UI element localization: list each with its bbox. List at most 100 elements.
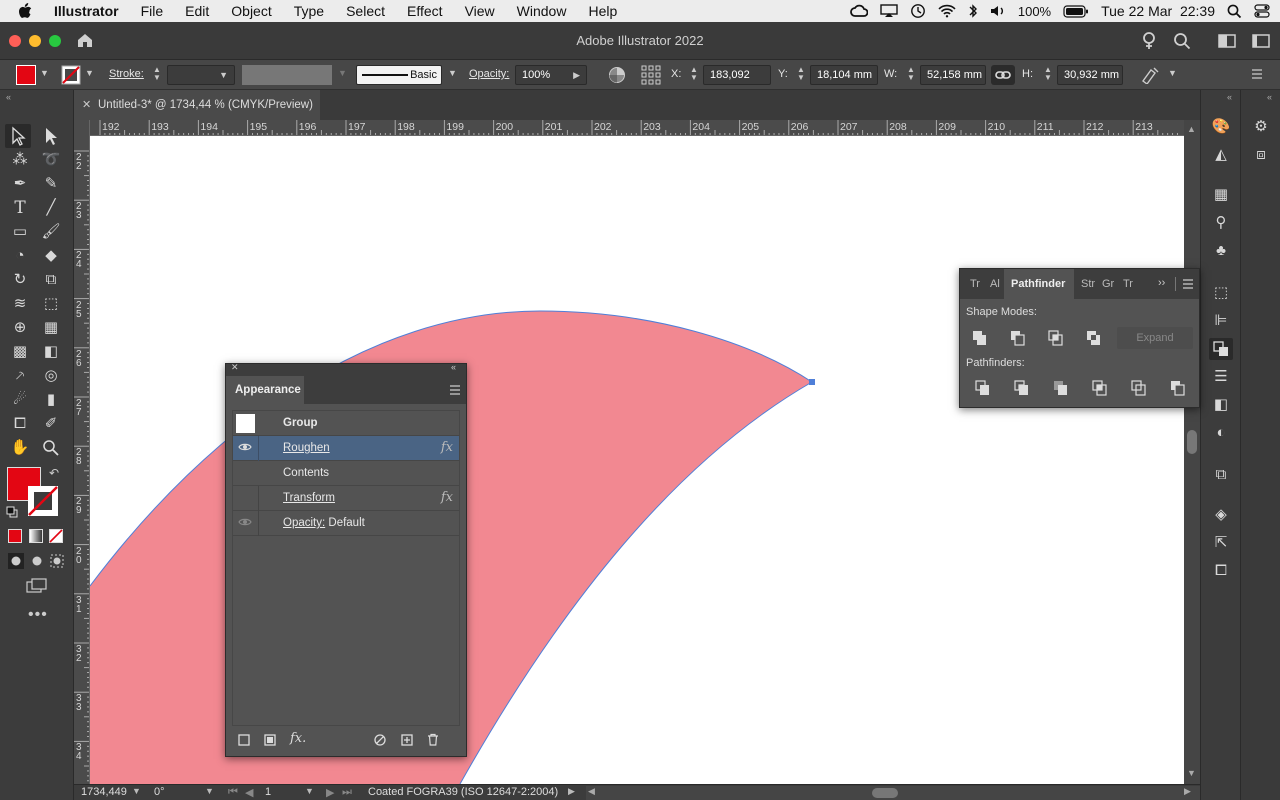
h-stepper[interactable]: ▲ ▼ <box>1043 66 1053 84</box>
battery-icon[interactable] <box>1063 4 1089 18</box>
stroke-panel-icon[interactable]: ☰ <box>1209 366 1233 388</box>
swap-fill-stroke-icon[interactable]: ↶ <box>49 466 59 480</box>
appearance-row-transform[interactable]: Transform fx <box>233 486 459 511</box>
tab-stroke[interactable]: Str <box>1081 278 1095 290</box>
draw-inside-icon[interactable] <box>49 553 65 569</box>
lasso-tool-icon[interactable]: ➰ <box>40 149 62 171</box>
mesh-tool-icon[interactable]: ▩ <box>9 341 31 363</box>
blend-tool-icon[interactable]: ◎ <box>40 365 62 387</box>
rotation-field[interactable]: 0° <box>154 786 165 798</box>
brush-definition-field[interactable]: Basic <box>356 65 442 85</box>
selection-tool-icon[interactable] <box>7 125 29 147</box>
properties-panel-icon[interactable]: ⚙ <box>1249 116 1273 138</box>
tab-gradient[interactable]: Gr <box>1102 278 1114 290</box>
gradient-panel-icon[interactable]: ◧ <box>1209 394 1233 416</box>
menu-file[interactable]: File <box>130 0 175 22</box>
vertical-scrollbar[interactable]: ▲ ▼ <box>1184 120 1200 784</box>
free-transform-tool-icon[interactable]: ⬚ <box>40 293 62 315</box>
gradient-tool-icon[interactable]: ◧ <box>40 341 62 363</box>
anchor-point[interactable] <box>809 379 815 385</box>
artboard-dropdown-chevron-icon[interactable]: ▼ <box>305 786 314 796</box>
divide-button[interactable] <box>973 378 993 398</box>
reference-point-icon[interactable] <box>641 65 661 85</box>
paintbrush-tool-icon[interactable]: 🖌 <box>40 221 62 243</box>
color-guide-panel-icon[interactable]: ◭ <box>1209 144 1233 166</box>
exclude-button[interactable] <box>1084 328 1104 348</box>
trim-button[interactable] <box>1012 378 1032 398</box>
variable-width-profile[interactable] <box>242 65 332 85</box>
appearance-collapse-icon[interactable]: « <box>451 362 456 372</box>
expand-button[interactable]: Expand <box>1117 327 1193 349</box>
workspace-switcher-icon[interactable] <box>1252 33 1270 49</box>
menu-help[interactable]: Help <box>577 0 628 22</box>
scroll-up-arrow-icon[interactable]: ▲ <box>1187 124 1196 134</box>
clock[interactable]: Tue 22 Mar 22:39 <box>1101 3 1215 19</box>
transparency-panel-icon[interactable]: ◐ <box>1209 422 1233 444</box>
status-menu-arrow-icon[interactable]: ▶ <box>568 786 575 797</box>
y-position-field[interactable]: 18,104 mm <box>810 65 878 85</box>
stroke-none-swatch[interactable] <box>61 65 81 85</box>
magic-wand-tool-icon[interactable]: ⁂ <box>9 149 31 171</box>
type-tool-icon[interactable]: T <box>9 197 31 219</box>
appearance-panel-header[interactable]: ✕ « <box>226 362 466 376</box>
next-artboard-icon[interactable]: ▶ <box>326 786 334 799</box>
color-panel-icon[interactable]: 🎨 <box>1209 116 1233 138</box>
scroll-left-arrow-icon[interactable]: ◀ <box>588 786 595 797</box>
scroll-down-arrow-icon[interactable]: ▼ <box>1187 768 1196 778</box>
menu-type[interactable]: Type <box>283 0 335 22</box>
dock2-expand-icon[interactable]: « <box>1267 92 1272 102</box>
unite-button[interactable] <box>970 328 990 348</box>
hand-tool-icon[interactable]: ✋ <box>9 437 31 459</box>
shaper-tool-icon[interactable]: ◔ <box>9 245 31 267</box>
more-tabs-icon[interactable]: ›› <box>1158 277 1165 289</box>
horizontal-scrollbar[interactable]: ◀ ▶ <box>586 786 1200 800</box>
tab-pathfinder[interactable]: Pathfinder <box>1004 269 1074 299</box>
eyedropper-tool-icon[interactable]: ⸕ <box>9 365 31 387</box>
x-stepper[interactable]: ▲ ▼ <box>689 66 699 84</box>
roughen-visibility-eye-icon[interactable] <box>238 440 252 454</box>
symbols-panel-icon[interactable]: ♣ <box>1209 240 1233 262</box>
opacity-visibility-eye-icon[interactable] <box>238 515 252 529</box>
scale-tool-icon[interactable]: ⧉ <box>40 269 62 291</box>
minus-front-button[interactable] <box>1008 328 1028 348</box>
appearance-panel-menu-icon[interactable] <box>449 384 461 396</box>
brushes-panel-icon[interactable]: ⚲ <box>1209 212 1233 234</box>
tab-transparency[interactable]: Tr <box>1123 278 1133 290</box>
libraries-panel-icon[interactable]: ⧈ <box>1249 144 1273 166</box>
tab-align[interactable]: Al <box>990 278 1000 290</box>
stroke-weight-field[interactable]: ▼ <box>167 65 235 85</box>
appearance-row-contents[interactable]: Contents <box>233 461 459 486</box>
x-position-field[interactable]: 183,092 mm <box>703 65 771 99</box>
bluetooth-icon[interactable] <box>968 3 978 19</box>
spotlight-icon[interactable] <box>1227 4 1242 19</box>
last-artboard-icon[interactable]: ⏭ <box>342 786 352 799</box>
rotation-dropdown-chevron-icon[interactable]: ▼ <box>205 786 214 796</box>
menu-view[interactable]: View <box>454 0 506 22</box>
menu-window[interactable]: Window <box>506 0 578 22</box>
eraser-tool-icon[interactable]: ◆ <box>40 245 62 267</box>
pathfinder-panel-icon[interactable] <box>1209 338 1233 360</box>
pathfinder-panel-menu-icon[interactable] <box>1182 278 1194 290</box>
width-field[interactable]: 52,158 mm <box>920 65 986 85</box>
line-segment-tool-icon[interactable]: ╱ <box>40 197 62 219</box>
add-new-stroke-icon[interactable] <box>238 734 250 746</box>
rotate-tool-icon[interactable]: ↻ <box>9 269 31 291</box>
fill-dropdown-chevron-icon[interactable]: ▼ <box>40 68 49 78</box>
stroke-label[interactable]: Stroke: <box>109 68 144 80</box>
menu-app-name[interactable]: Illustrator <box>43 0 130 22</box>
zoom-level-field[interactable]: 1734,449 <box>81 786 127 798</box>
draw-behind-icon[interactable] <box>29 553 45 569</box>
scroll-right-arrow-icon[interactable]: ▶ <box>1184 786 1191 797</box>
constrain-proportions-link-icon[interactable] <box>991 65 1015 85</box>
color-mode-button[interactable] <box>8 529 22 543</box>
volume-icon[interactable] <box>990 4 1006 18</box>
symbol-sprayer-tool-icon[interactable]: ☄ <box>9 389 31 411</box>
horizontal-scroll-thumb[interactable] <box>872 788 898 798</box>
control-bar-menu-icon[interactable] <box>1251 68 1263 80</box>
zoom-tool-icon[interactable] <box>40 437 62 459</box>
merge-button[interactable] <box>1051 378 1071 398</box>
dock1-expand-icon[interactable]: « <box>1227 92 1232 102</box>
draw-normal-icon[interactable] <box>8 553 24 569</box>
stroke-swatch-large[interactable] <box>27 485 59 517</box>
clear-appearance-icon[interactable] <box>374 734 386 746</box>
